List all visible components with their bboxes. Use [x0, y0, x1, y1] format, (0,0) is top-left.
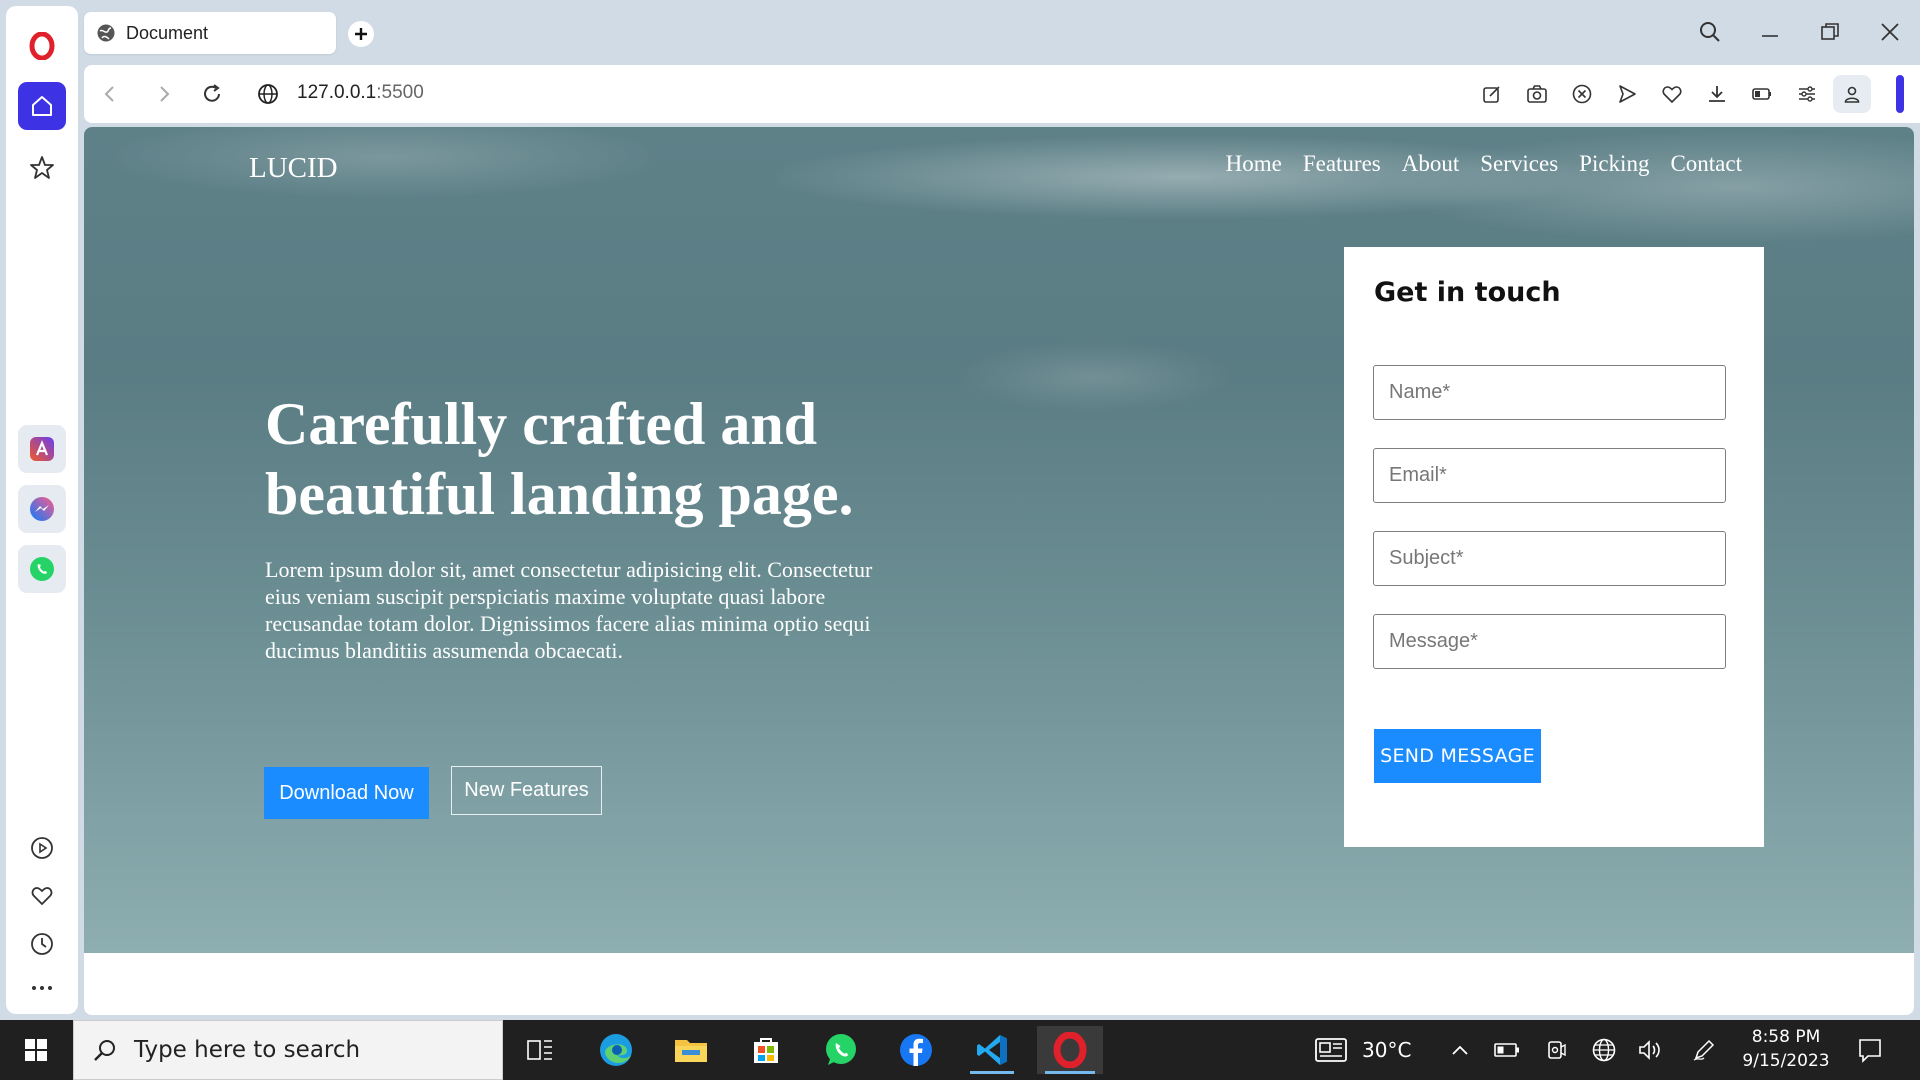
meet-now-icon[interactable]	[1536, 1026, 1576, 1074]
windows-start-icon[interactable]	[6, 1026, 66, 1074]
address-bar: 127.0.0.1:5500	[84, 65, 1920, 123]
close-button[interactable]	[1870, 14, 1910, 50]
email-field[interactable]	[1373, 448, 1726, 503]
search-icon	[92, 1037, 118, 1063]
restore-button[interactable]	[1810, 14, 1850, 50]
messenger-icon[interactable]	[18, 485, 66, 533]
network-globe-icon[interactable]	[1584, 1026, 1624, 1074]
nav-features[interactable]: Features	[1303, 151, 1381, 177]
history-icon[interactable]	[18, 920, 66, 968]
hero-section: LUCID Home Features About Services Picki…	[84, 127, 1914, 953]
nav-home[interactable]: Home	[1226, 151, 1282, 177]
task-view-icon[interactable]	[510, 1026, 570, 1074]
site-info-globe-icon[interactable]	[256, 82, 280, 106]
volume-icon[interactable]	[1630, 1026, 1670, 1074]
site-nav: Home Features About Services Picking Con…	[1226, 151, 1742, 177]
send-message-button[interactable]: SEND MESSAGE	[1374, 729, 1541, 783]
subject-field[interactable]	[1373, 531, 1726, 586]
file-explorer-icon[interactable]	[661, 1026, 721, 1074]
reload-icon[interactable]	[200, 82, 224, 106]
whatsapp-taskbar-icon[interactable]	[811, 1026, 871, 1074]
site-logo[interactable]: LUCID	[249, 152, 338, 185]
weather-news-icon[interactable]	[1306, 1026, 1356, 1074]
battery-saver-icon[interactable]	[1750, 82, 1774, 106]
back-icon[interactable]	[98, 82, 122, 106]
page-viewport: LUCID Home Features About Services Picki…	[84, 127, 1914, 1015]
facebook-icon[interactable]	[886, 1026, 946, 1074]
download-now-button[interactable]: Download Now	[264, 767, 429, 819]
tab-title: Document	[126, 22, 209, 43]
heart-icon[interactable]	[18, 872, 66, 920]
nav-about[interactable]: About	[1402, 151, 1460, 177]
hero-lead-text: Lorem ipsum dolor sit, amet consectetur …	[265, 557, 873, 663]
taskbar: Type here to search 30°C 8:58 PM 9/15/20…	[0, 1020, 1920, 1080]
nav-contact[interactable]: Contact	[1670, 151, 1742, 177]
contact-form-card: Get in touch SEND MESSAGE	[1344, 247, 1764, 847]
form-title: Get in touch	[1374, 277, 1561, 308]
profile-icon[interactable]	[1833, 75, 1871, 113]
minimize-button[interactable]	[1750, 14, 1790, 50]
headline-line-2: beautiful landing page.	[265, 461, 854, 527]
globe-icon	[96, 23, 116, 43]
vscode-running-indicator	[970, 1071, 1014, 1074]
name-field[interactable]	[1373, 365, 1726, 420]
message-field[interactable]	[1373, 614, 1726, 669]
url-field[interactable]: 127.0.0.1:5500	[297, 82, 424, 104]
headline-line-1: Carefully crafted and	[265, 391, 818, 457]
opera-logo-icon[interactable]	[18, 22, 66, 70]
taskbar-search-box[interactable]: Type here to search	[73, 1020, 503, 1080]
hero-headline: Carefully crafted and beautiful landing …	[265, 389, 905, 529]
edit-page-icon[interactable]	[1480, 82, 1504, 106]
clock-date: 9/15/2023	[1742, 1051, 1830, 1071]
battery-icon[interactable]	[1487, 1026, 1527, 1074]
opera-active-indicator	[1045, 1071, 1095, 1074]
weather-temperature[interactable]: 30°C	[1362, 1038, 1411, 1062]
edge-icon[interactable]	[586, 1026, 646, 1074]
opera-taskbar-icon[interactable]	[1037, 1026, 1103, 1074]
url-host: 127.0.0.1	[297, 82, 377, 103]
adblock-icon[interactable]	[1570, 82, 1594, 106]
forward-icon[interactable]	[152, 82, 176, 106]
search-tabs-icon[interactable]	[1690, 14, 1730, 50]
flow-send-icon[interactable]	[1615, 82, 1639, 106]
microsoft-store-icon[interactable]	[736, 1026, 796, 1074]
nav-picking[interactable]: Picking	[1579, 151, 1649, 177]
url-port: :5500	[376, 82, 424, 103]
show-hidden-icons-chevron-icon[interactable]	[1440, 1026, 1480, 1074]
vscode-icon[interactable]	[962, 1026, 1022, 1074]
browser-sidebar	[6, 6, 78, 1014]
clock[interactable]: 8:58 PM 9/15/2023	[1738, 1025, 1834, 1073]
notifications-icon[interactable]	[1848, 1026, 1892, 1074]
nav-services[interactable]: Services	[1480, 151, 1558, 177]
taskbar-search-placeholder: Type here to search	[134, 1037, 361, 1063]
more-icon[interactable]	[18, 964, 66, 1012]
clock-time: 8:58 PM	[1751, 1027, 1821, 1047]
bookmark-heart-icon[interactable]	[1660, 82, 1684, 106]
player-icon[interactable]	[18, 824, 66, 872]
pen-workspace-icon[interactable]	[1684, 1026, 1724, 1074]
sidebar-toggle-accent[interactable]	[1896, 75, 1904, 113]
home-icon[interactable]	[18, 82, 66, 130]
browser-tab[interactable]: Document	[84, 12, 336, 54]
aria-ai-icon[interactable]	[18, 425, 66, 473]
star-icon[interactable]	[18, 144, 66, 192]
snapshot-camera-icon[interactable]	[1525, 82, 1549, 106]
new-tab-button[interactable]	[348, 21, 374, 47]
whatsapp-sidebar-icon[interactable]	[18, 545, 66, 593]
new-features-button[interactable]: New Features	[451, 766, 602, 815]
easy-setup-icon[interactable]	[1795, 82, 1819, 106]
download-icon[interactable]	[1705, 82, 1729, 106]
